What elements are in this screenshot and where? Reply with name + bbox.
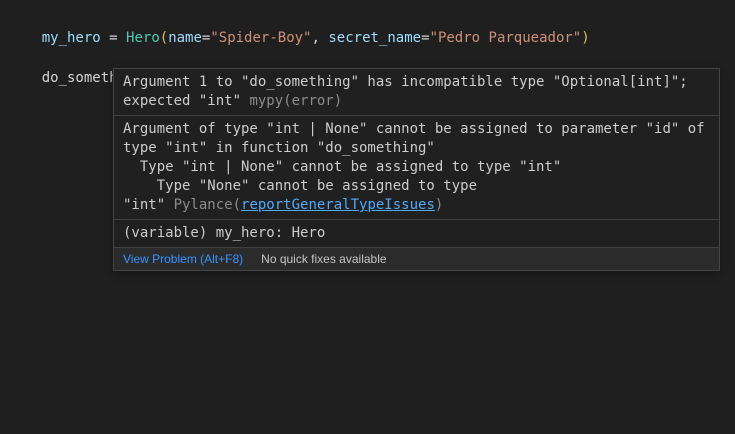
kwarg-name: secret_name (328, 30, 421, 46)
pylance-message-line-4: Type "None" cannot be assigned to type (123, 177, 710, 196)
hover-status-bar: View Problem (Alt+F8) No quick fixes ava… (114, 247, 719, 270)
code-editor: my_hero = Hero(name = "Spider-Boy", secret… (0, 0, 735, 434)
pylance-message-line-5: "int" Pylance(reportGeneralTypeIssues) (123, 196, 710, 215)
variable-token: my_hero (42, 30, 101, 46)
mypy-source-label: mypy(error) (249, 93, 342, 109)
no-quick-fixes-label: No quick fixes available (261, 252, 386, 266)
pylance-source-label: Pylance( (174, 197, 241, 213)
pylance-message-text: "int" (123, 197, 174, 213)
pylance-message-line-1: Argument of type "int | None" cannot be … (123, 120, 710, 139)
equals-sign: = (421, 30, 429, 46)
pylance-source-close: ) (435, 197, 443, 213)
open-paren: ( (160, 30, 168, 46)
pylance-message-line-2: type "int" in function "do_something" (123, 139, 710, 158)
variable-info-section: (variable) my_hero: Hero (114, 220, 719, 247)
string-literal: "Pedro Parqueador" (430, 30, 582, 46)
string-literal: "Spider-Boy" (210, 30, 311, 46)
pylance-message-line-3: Type "int | None" cannot be assigned to … (123, 158, 710, 177)
view-problem-link[interactable]: View Problem (Alt+F8) (123, 252, 243, 266)
kwarg-name: name (168, 30, 202, 46)
report-general-type-issues-link[interactable]: reportGeneralTypeIssues (241, 197, 435, 213)
mypy-message-text: expected "int" (123, 93, 249, 109)
hover-tooltip: Argument 1 to "do_something" has incompa… (113, 68, 720, 271)
mypy-message-line-2: expected "int" mypy(error) (123, 92, 710, 111)
mypy-diagnostic-section: Argument 1 to "do_something" has incompa… (114, 69, 719, 115)
comma: , (312, 30, 329, 46)
close-paren: ) (581, 30, 589, 46)
pylance-diagnostic-section: Argument of type "int | None" cannot be … (114, 116, 719, 219)
class-name-token: Hero (126, 30, 160, 46)
mypy-message-line-1: Argument 1 to "do_something" has incompa… (123, 73, 710, 92)
assignment-operator: = (101, 30, 126, 46)
variable-type-info: (variable) my_hero: Hero (123, 224, 710, 243)
